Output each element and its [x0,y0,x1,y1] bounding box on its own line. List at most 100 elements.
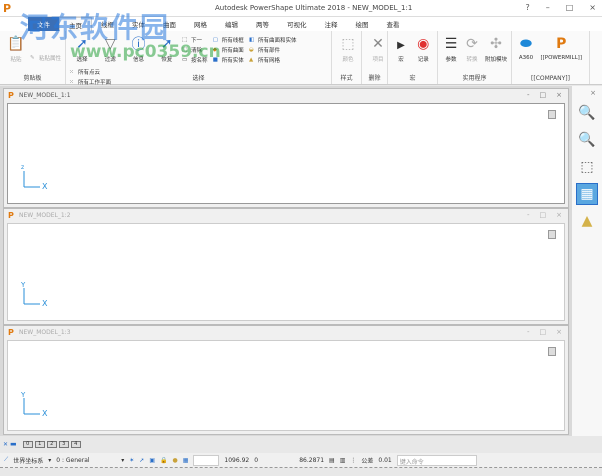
svg-text:Y: Y [20,281,26,289]
lock-icon[interactable]: 🔒 [160,457,167,464]
all-solids-button[interactable]: ■ 所有实体 [213,55,244,65]
record-icon: ◉ [417,36,430,52]
close-button[interactable]: × [589,3,596,12]
snap-icon[interactable]: ✶ [129,457,134,464]
help-button[interactable]: ? [525,3,529,12]
addins-button[interactable]: ✣ 附加模块 [483,35,509,63]
record-button[interactable]: ◉ 记录 [413,35,433,63]
select-button[interactable]: ➚ 选择 [69,35,95,63]
close-viewport-button[interactable]: × [556,328,562,336]
viewport-toggle[interactable] [548,110,556,119]
chevron-down-icon[interactable]: ▾ [48,457,51,464]
a360-icon: ⬬ [520,36,532,52]
all-wireframe-button[interactable]: ▢ 所有线框 [213,35,244,45]
grid-icon[interactable]: ▦ [183,457,189,464]
color-button[interactable]: ⬚ 颜色 [335,35,361,63]
tab-edit[interactable]: 编辑 [216,17,247,31]
graphics-canvas[interactable]: XY [7,340,565,431]
all-surfaces-button[interactable]: ◆ 所有曲面 [213,45,244,55]
all-meshes-button[interactable]: ▲ 所有网格 [249,55,297,65]
tab-mesh[interactable]: 网格 [185,17,216,31]
tab-wireframe[interactable]: 线框 [92,17,123,31]
minimize-viewport-button[interactable]: - [527,91,530,99]
layout-icon[interactable]: ▬ [10,440,17,448]
tab-surface[interactable]: 曲面 [154,17,185,31]
group-label: 选择 [192,75,205,82]
zoom-all-button[interactable]: 🔍 [576,102,598,124]
paste-attributes-button[interactable]: ✎ 粘贴属性 [30,53,61,63]
select-next-button[interactable]: ⬚ 下一 [182,35,208,45]
viewport-toggle[interactable] [548,230,556,239]
powermill-button[interactable]: P [[POWERMILL]] [539,35,583,61]
coord-system-select[interactable]: 世界坐标系 [13,456,43,465]
axis-triad-icon: Xz [21,164,48,191]
pick-mode-icon[interactable]: ▣ [149,457,155,464]
tab-visualize[interactable]: 可视化 [278,17,316,31]
info-button[interactable]: ⓘ 信息 [125,35,151,63]
maximize-viewport-button[interactable]: □ [540,328,547,336]
view-tab[interactable]: 0 [22,440,33,448]
tab-solid[interactable]: 实体 [123,17,154,31]
view-tab[interactable]: 3 [58,440,69,448]
tab-view[interactable]: 查看 [378,17,409,31]
close-tabs-icon[interactable]: ✕ [3,441,8,448]
wireframe-icon: ▢ [212,36,218,43]
by-name-button[interactable]: ▭ 按名称 [182,55,208,65]
wireframe-view-button[interactable]: ⬚ [576,156,598,178]
viewport-toggle[interactable] [548,347,556,356]
parameters-button[interactable]: ☰ 参数 [441,35,461,63]
empty-field[interactable] [193,454,220,466]
tolerance-value[interactable]: 0.01 [378,457,391,464]
intelligent-cursor-icon[interactable]: ➚ [139,457,144,464]
viewport-3[interactable]: P NEW_MODEL_1:3- □ × XY [3,325,569,435]
minimize-viewport-button[interactable]: - [527,211,530,219]
tab-file[interactable]: 文件 [28,17,59,31]
close-toolbar-button[interactable]: × [572,86,602,97]
all-surfaces-solids-button[interactable]: ◧ 所有曲面和实体 [249,35,297,45]
viewport-2[interactable]: P NEW_MODEL_1:2- □ × XY [3,208,569,325]
convert-button[interactable]: ⟳ 转换 [462,35,482,63]
close-viewport-button[interactable]: × [556,211,562,219]
graphics-canvas[interactable]: XY [7,223,565,321]
filter-button[interactable]: ▽ 过滤 [97,35,123,63]
tab-annotate[interactable]: 注释 [316,17,347,31]
workplane-icon: ⟋ [4,456,9,463]
shaded-view-button[interactable]: ▦ [576,183,598,205]
group-label: 宏 [409,75,416,82]
a360-button[interactable]: ⬬ A360 [515,35,537,61]
all-parts-button[interactable]: ◒ 所有部件 [249,45,297,55]
polar-icon[interactable]: ⋮ [350,457,356,464]
lighting-button[interactable]: ▲ [576,210,598,232]
material-icon[interactable]: ● [172,457,177,464]
restore-button[interactable]: ➚ 恢复 [154,35,180,63]
solid-icon: ■ [212,56,218,63]
absolute-icon[interactable]: ▤ [329,457,335,464]
tab-drawing[interactable]: 绘图 [347,17,378,31]
status-bar: ⟋ 世界坐标系 ▾ 0 : General ▾ ✶ ➚ ▣ 🔒 ● ▦ 1096.9… [0,453,602,468]
tab-measure[interactable]: 两等 [247,17,278,31]
paste-button[interactable]: 📋 粘贴 [3,35,29,63]
powershape-icon: P [8,328,14,337]
app-logo-icon[interactable]: P [3,2,15,15]
maximize-button[interactable]: □ [566,3,574,12]
filter-icon: ▽ [104,36,116,52]
viewport-1[interactable]: P NEW_MODEL_1:1 - □ × Xz [3,88,569,208]
zoom-box-button[interactable]: 🔍 [576,129,598,151]
command-input[interactable]: 键入命令 [396,454,477,466]
minimize-viewport-button[interactable]: - [527,328,530,336]
chevron-down-icon[interactable]: ▾ [121,457,124,464]
maximize-viewport-button[interactable]: □ [540,211,547,219]
view-tab[interactable]: 2 [46,440,57,448]
view-tab[interactable]: 4 [70,440,81,448]
macro-button[interactable]: ▶ 宏 [391,35,411,64]
view-tab[interactable]: 1 [34,440,45,448]
maximize-viewport-button[interactable]: □ [540,91,547,99]
tab-home[interactable]: 主页 [59,17,92,31]
close-viewport-button[interactable]: × [556,91,562,99]
graphics-canvas[interactable]: Xz [7,103,565,204]
relative-icon[interactable]: ▥ [340,457,346,464]
group-label: 删除 [368,75,381,82]
minimize-button[interactable]: – [546,3,550,12]
clear-button[interactable]: ⬚ 清除 [182,45,208,55]
level-select[interactable]: 0 : General [56,457,116,464]
